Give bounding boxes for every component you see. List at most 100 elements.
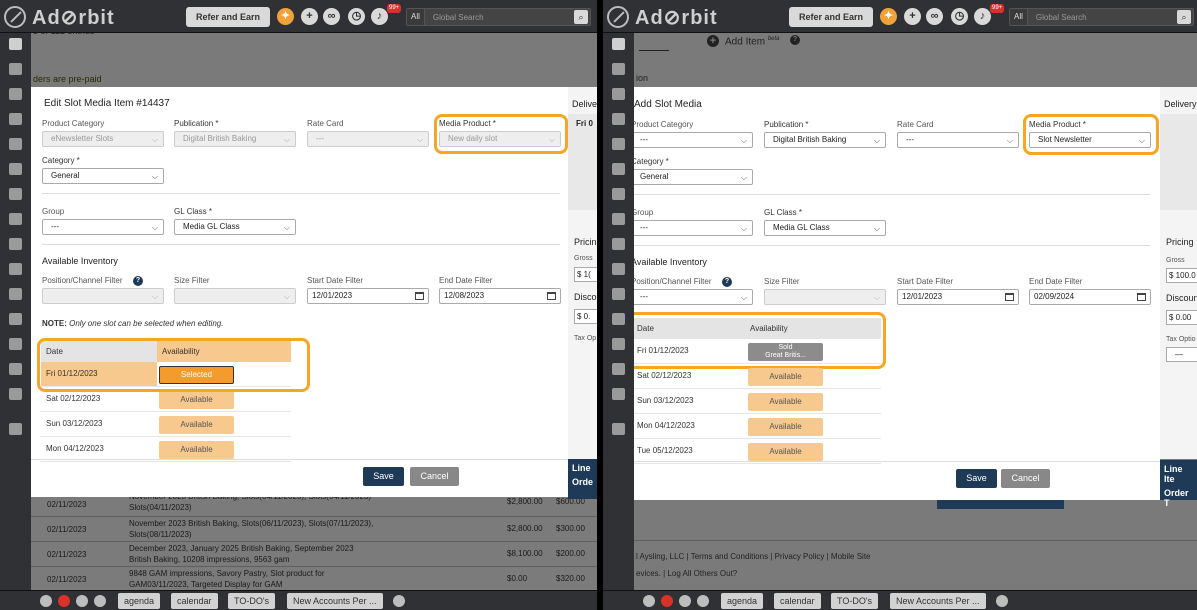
search-scope-select[interactable]: All (407, 9, 425, 25)
end-date-input[interactable]: 12/08/2023 (439, 288, 561, 304)
gear-icon[interactable] (612, 423, 625, 435)
rocket-icon[interactable]: ✦ (277, 8, 294, 25)
category-select[interactable]: General ⌵ (42, 168, 164, 184)
group-select[interactable]: --- ⌵ (631, 220, 753, 236)
app-logo[interactable]: Ad⊘rbit (607, 5, 718, 29)
contacts-icon[interactable] (612, 63, 625, 75)
clock-icon[interactable]: ◷ (951, 8, 968, 25)
pencil-icon[interactable] (996, 595, 1008, 607)
dollar-icon[interactable] (9, 388, 22, 400)
rate-card-select[interactable]: --- ⌵ (897, 132, 1019, 148)
gear-icon[interactable] (94, 595, 106, 607)
cancel-button[interactable]: Cancel (1001, 469, 1050, 488)
available-slot-button[interactable]: Available (748, 368, 823, 386)
calendar-icon[interactable] (612, 263, 625, 275)
plus-icon[interactable]: + (904, 8, 921, 25)
tab-new-accounts[interactable]: New Accounts Per ... (287, 593, 383, 609)
help-icon[interactable]: ? (133, 276, 143, 286)
available-slot-button[interactable]: Available (748, 443, 823, 461)
table-row[interactable]: 02/11/2023 9848 GAM impressions, Savory … (31, 567, 597, 592)
cart-icon[interactable] (612, 238, 625, 250)
add-item-link[interactable]: Add Item beta (725, 36, 780, 47)
cancel-button[interactable]: Cancel (410, 467, 459, 486)
table-row[interactable]: 02/11/2023 December 2023, January 2025 B… (31, 542, 597, 567)
link-icon[interactable]: ∞ (926, 8, 943, 25)
size-filter-select[interactable]: ⌵ (764, 289, 886, 305)
search-scope-select[interactable]: All (1010, 9, 1028, 25)
tab-new-accounts[interactable]: New Accounts Per ... (890, 593, 986, 609)
chat-icon[interactable] (612, 88, 625, 100)
image-icon[interactable] (9, 113, 22, 125)
contacts-icon[interactable] (9, 63, 22, 75)
clock-icon[interactable] (643, 595, 655, 607)
rate-card-select[interactable]: --- ⌵ (307, 131, 429, 147)
available-slot-button[interactable]: Available (748, 393, 823, 411)
chat-icon[interactable] (76, 595, 88, 607)
discount-input[interactable]: $ 0.00 (1166, 310, 1197, 325)
tag-icon[interactable] (9, 138, 22, 150)
gear-icon[interactable] (697, 595, 709, 607)
record-icon[interactable] (58, 595, 70, 607)
clock-icon[interactable] (40, 595, 52, 607)
calendar-icon[interactable] (547, 292, 556, 300)
available-slot-button[interactable]: Available (159, 416, 234, 434)
tab-agenda[interactable]: agenda (721, 593, 764, 609)
publication-select[interactable]: Digital British Baking ⌵ (174, 131, 296, 147)
clipboard-icon[interactable] (612, 213, 625, 225)
refer-and-earn-button[interactable]: Refer and Earn (789, 7, 874, 27)
search-icon[interactable]: ⌕ (574, 10, 588, 24)
app-logo[interactable]: Ad⊘rbit (4, 5, 115, 29)
cart-icon[interactable] (9, 238, 22, 250)
tab-todos[interactable]: TO-DO's (228, 593, 276, 609)
tab-calendar[interactable]: calendar (171, 593, 218, 609)
link-icon[interactable]: ∞ (323, 8, 340, 25)
add-icon[interactable]: + (707, 35, 719, 47)
search-icon[interactable]: ⌕ (1177, 10, 1191, 24)
size-filter-select[interactable]: ⌵ (174, 288, 296, 304)
grid-icon[interactable] (9, 188, 22, 200)
start-date-input[interactable]: 12/01/2023 (897, 289, 1019, 305)
search-input[interactable]: Global Search (1028, 13, 1177, 22)
tab-todos[interactable]: TO-DO's (831, 593, 879, 609)
document-icon[interactable] (9, 338, 22, 350)
save-button[interactable]: Save (363, 467, 404, 486)
available-slot-button[interactable]: Available (748, 418, 823, 436)
tag-icon[interactable] (612, 138, 625, 150)
layout-icon[interactable] (612, 163, 625, 175)
product-category-select[interactable]: eNewsletter Slots ⌵ (42, 131, 164, 147)
image-icon[interactable] (612, 113, 625, 125)
table-row[interactable]: 02/11/2023 November 2023 British Baking,… (31, 517, 597, 542)
document-icon[interactable] (612, 338, 625, 350)
clipboard-icon[interactable] (9, 213, 22, 225)
bell-icon[interactable]: ♪ (974, 8, 991, 25)
chat-icon[interactable] (9, 88, 22, 100)
calendar-icon[interactable] (9, 263, 22, 275)
dollar-icon[interactable] (612, 388, 625, 400)
help-icon[interactable]: ? (790, 35, 800, 45)
save-button[interactable]: Save (956, 469, 997, 488)
global-search[interactable]: All Global Search ⌕ (406, 8, 591, 26)
available-slot-button[interactable]: Available (159, 441, 234, 459)
tax-select[interactable]: — (1166, 347, 1197, 362)
calendar-icon[interactable] (1005, 293, 1014, 301)
chat-icon[interactable] (679, 595, 691, 607)
plus-icon[interactable]: + (301, 8, 318, 25)
available-slot-button[interactable]: Available (159, 391, 234, 409)
mail-icon[interactable] (9, 363, 22, 375)
rocket-icon[interactable]: ✦ (880, 8, 897, 25)
flag-icon[interactable] (9, 288, 22, 300)
home-icon[interactable] (612, 38, 625, 50)
grid-icon[interactable] (612, 188, 625, 200)
category-select[interactable]: General ⌵ (631, 169, 753, 185)
bell-icon[interactable]: ♪ (371, 8, 388, 25)
start-date-input[interactable]: 12/01/2023 (307, 288, 429, 304)
help-icon[interactable]: ? (722, 277, 732, 287)
refer-and-earn-button[interactable]: Refer and Earn (186, 7, 271, 27)
gross-input[interactable]: $ 100.0 (1166, 268, 1197, 283)
gl-class-select[interactable]: Media GL Class ⌵ (764, 220, 886, 236)
tab-calendar[interactable]: calendar (774, 593, 821, 609)
gear-icon[interactable] (9, 423, 22, 435)
calendar-icon[interactable] (415, 292, 424, 300)
gross-input[interactable]: $ 1( (574, 267, 597, 282)
group-select[interactable]: --- ⌵ (42, 219, 164, 235)
